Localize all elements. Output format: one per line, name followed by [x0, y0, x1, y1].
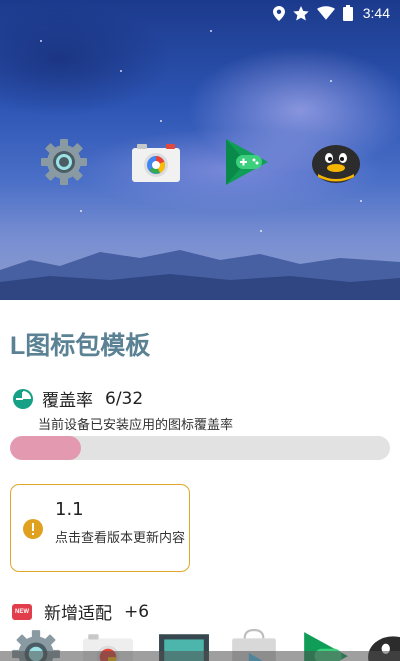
coverage-label: 覆盖率 — [42, 391, 93, 411]
coverage-progress-fill — [10, 436, 82, 460]
star-icon — [293, 5, 309, 21]
mountains-silhouette — [0, 250, 400, 300]
coverage-description: 当前设备已安装应用的图标覆盖率 — [38, 418, 234, 433]
coverage-header[interactable]: 覆盖率 6/32 — [12, 386, 143, 411]
coverage-progress-bar — [10, 436, 390, 460]
play-games-app-icon — [220, 136, 272, 188]
header-wallpaper: 3:44 — [0, 0, 400, 300]
location-icon — [272, 5, 285, 21]
new-badge-icon: NEW — [12, 603, 32, 620]
hero-app-icons — [0, 136, 400, 192]
page-title: L图标包模板 — [10, 332, 151, 360]
new-adapted-count: +6 — [124, 601, 150, 622]
camera-app-icon — [130, 136, 182, 188]
pie-chart-icon — [13, 388, 33, 409]
new-adapted-header[interactable]: NEW 新增适配 +6 — [12, 599, 149, 624]
version-card[interactable]: 1.1 点击查看版本更新内容 — [10, 484, 190, 572]
qq-app-icon — [310, 136, 362, 188]
battery-icon — [342, 5, 353, 21]
version-description: 点击查看版本更新内容 — [55, 531, 186, 546]
info-icon — [23, 519, 43, 539]
status-bar: 3:44 — [0, 0, 400, 26]
new-adapted-label: 新增适配 — [44, 604, 112, 624]
version-number: 1.1 — [55, 499, 84, 520]
coverage-count: 6/32 — [105, 388, 144, 409]
settings-app-icon — [38, 136, 90, 188]
status-time: 3:44 — [362, 5, 390, 21]
wifi-icon — [316, 6, 335, 20]
navigation-bar-shadow — [0, 651, 400, 661]
